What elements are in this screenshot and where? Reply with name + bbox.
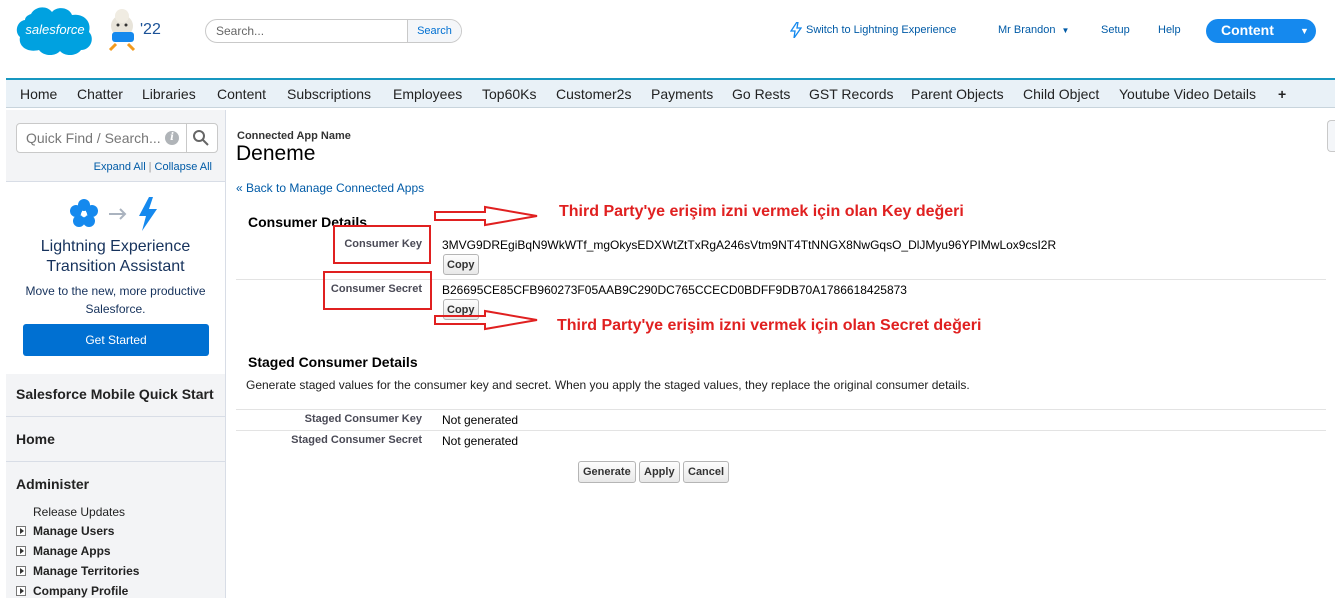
key-arrow-icon bbox=[434, 205, 538, 227]
tab-parent-objects[interactable]: Parent Objects bbox=[911, 86, 1004, 102]
info-icon[interactable]: i bbox=[165, 131, 179, 145]
logo-text: salesforce bbox=[25, 22, 84, 37]
secret-annotation: Third Party'ye erişim izni vermek için o… bbox=[557, 317, 982, 334]
apply-button[interactable]: Apply bbox=[639, 461, 680, 483]
search-input[interactable] bbox=[206, 20, 408, 42]
user-menu[interactable]: Mr Brandon ▼ bbox=[998, 24, 1069, 36]
cancel-button[interactable]: Cancel bbox=[683, 461, 730, 483]
release-badge: '22 bbox=[140, 21, 161, 38]
sidebar-section-label: Salesforce Mobile Quick Start bbox=[16, 386, 214, 402]
consumer-key-highlight bbox=[333, 225, 431, 264]
staged-secret-value: Not generated bbox=[442, 434, 519, 448]
tab-chatter[interactable]: Chatter bbox=[77, 86, 123, 102]
user-name: Mr Brandon bbox=[998, 24, 1056, 36]
tab-gst-records[interactable]: GST Records bbox=[809, 86, 894, 102]
tab-payments[interactable]: Payments bbox=[651, 86, 713, 102]
chevron-down-icon: ▼ bbox=[1061, 26, 1070, 35]
lightning-card-title: Lightning Experience Transition Assistan… bbox=[6, 237, 225, 277]
collapse-all-link[interactable]: Collapse All bbox=[155, 161, 212, 173]
lightning-bolt-icon bbox=[790, 22, 802, 38]
sidebar-item-manage-apps[interactable]: Manage Apps bbox=[16, 544, 111, 558]
release-mascot: '22 bbox=[104, 4, 164, 52]
lightning-card-description: Move to the new, more productive Salesfo… bbox=[25, 284, 206, 316]
copy-key-button[interactable]: Copy bbox=[443, 254, 479, 275]
lightning-transition-card: Lightning Experience Transition Assistan… bbox=[6, 181, 225, 376]
sidebar-section-mobile-quick-start[interactable]: Salesforce Mobile Quick Start bbox=[6, 374, 225, 417]
sidebar-section-label: Home bbox=[16, 431, 55, 447]
quick-find-input[interactable] bbox=[17, 124, 162, 152]
staged-key-label: Staged Consumer Key bbox=[304, 413, 422, 425]
tab-child-object[interactable]: Child Object bbox=[1023, 86, 1099, 102]
tab-customer2s[interactable]: Customer2s bbox=[556, 86, 631, 102]
expand-arrow-icon bbox=[16, 526, 26, 536]
sidebar-item-manage-territories[interactable]: Manage Territories bbox=[16, 564, 139, 578]
row-divider bbox=[236, 409, 1326, 410]
expand-collapse-links: Expand All | Collapse All bbox=[6, 161, 212, 173]
expand-arrow-icon bbox=[16, 586, 26, 596]
help-link[interactable]: Help bbox=[1158, 24, 1181, 36]
setup-link[interactable]: Setup bbox=[1101, 24, 1130, 36]
sidebar-item-label: Manage Territories bbox=[33, 564, 140, 578]
generate-button[interactable]: Generate bbox=[578, 461, 636, 483]
app-menu-button[interactable]: Content ▼ bbox=[1206, 19, 1316, 43]
tab-home[interactable]: Home bbox=[20, 86, 57, 102]
staged-key-value: Not generated bbox=[442, 413, 519, 427]
global-search: Search bbox=[205, 19, 462, 43]
setup-sidebar: i Expand All|Collapse All Lightning Expe… bbox=[6, 110, 226, 598]
sidebar-section-home[interactable]: Home bbox=[6, 417, 225, 462]
expand-arrow-icon bbox=[16, 566, 26, 576]
row-divider bbox=[236, 430, 1326, 431]
tab-youtube-video-details[interactable]: Youtube Video Details bbox=[1119, 86, 1256, 102]
consumer-key-value: 3MVG9DREgiBqN9WkWTf_mgOkysEDXWtZtTxRgA24… bbox=[442, 238, 1057, 252]
app-menu-label: Content bbox=[1221, 22, 1274, 38]
tab-subscriptions[interactable]: Subscriptions bbox=[287, 86, 371, 102]
lightning-card-title-line1: Lightning Experience bbox=[40, 238, 191, 255]
sidebar-item-label: Manage Users bbox=[33, 524, 115, 538]
tab-top60ks[interactable]: Top60Ks bbox=[482, 86, 536, 102]
secret-arrow-icon bbox=[434, 309, 538, 331]
staged-details-description: Generate staged values for the consumer … bbox=[246, 378, 970, 392]
expand-all-link[interactable]: Expand All bbox=[94, 161, 146, 173]
quick-find-divider bbox=[186, 124, 187, 152]
sidebar-section-label: Administer bbox=[16, 476, 90, 492]
page-title: Deneme bbox=[236, 142, 316, 165]
consumer-secret-value: B26695CE85CFB960273F05AAB9C290DC765CCECD… bbox=[442, 283, 907, 297]
search-icon[interactable] bbox=[192, 129, 210, 147]
add-tab-button[interactable]: + bbox=[1278, 86, 1286, 102]
staged-secret-label: Staged Consumer Secret bbox=[291, 434, 422, 446]
separator: | bbox=[148, 161, 152, 173]
tab-libraries[interactable]: Libraries bbox=[142, 86, 196, 102]
side-panel-toggle[interactable] bbox=[1327, 120, 1335, 152]
main-content: Connected App Name Deneme « Back to Mana… bbox=[227, 110, 1335, 598]
sidebar-item-label: Company Profile bbox=[33, 584, 129, 598]
staged-details-heading: Staged Consumer Details bbox=[248, 354, 418, 370]
chevron-down-icon: ▼ bbox=[1300, 26, 1309, 36]
tab-employees[interactable]: Employees bbox=[393, 86, 462, 102]
tab-content[interactable]: Content bbox=[217, 86, 266, 102]
expand-arrow-icon bbox=[16, 546, 26, 556]
sidebar-section-administer[interactable]: Administer bbox=[6, 462, 225, 502]
switch-lightning-label: Switch to Lightning Experience bbox=[806, 24, 957, 36]
sidebar-item-manage-users[interactable]: Manage Users bbox=[16, 524, 114, 538]
sidebar-item-label: Manage Apps bbox=[33, 544, 111, 558]
transition-icon bbox=[70, 197, 157, 231]
key-annotation: Third Party'ye erişim izni vermek için o… bbox=[559, 203, 964, 220]
tab-bar: Home Chatter Libraries Content Subscript… bbox=[6, 78, 1335, 108]
lightning-card-title-line2: Transition Assistant bbox=[46, 258, 185, 275]
sidebar-item-company-profile[interactable]: Company Profile bbox=[16, 584, 128, 598]
switch-lightning-link[interactable]: Switch to Lightning Experience bbox=[790, 22, 957, 38]
global-header: salesforce '22 Search Switch to Lightnin… bbox=[0, 0, 1335, 78]
sidebar-item-release-updates[interactable]: Release Updates bbox=[33, 505, 125, 519]
back-link[interactable]: « Back to Manage Connected Apps bbox=[236, 181, 424, 195]
tab-go-rests[interactable]: Go Rests bbox=[732, 86, 790, 102]
consumer-secret-highlight bbox=[323, 271, 432, 310]
search-button[interactable]: Search bbox=[407, 20, 461, 42]
quick-find-box: i bbox=[16, 123, 218, 153]
get-started-button[interactable]: Get Started bbox=[23, 324, 209, 356]
page-type-label: Connected App Name bbox=[237, 130, 351, 142]
salesforce-logo[interactable]: salesforce bbox=[13, 4, 97, 58]
